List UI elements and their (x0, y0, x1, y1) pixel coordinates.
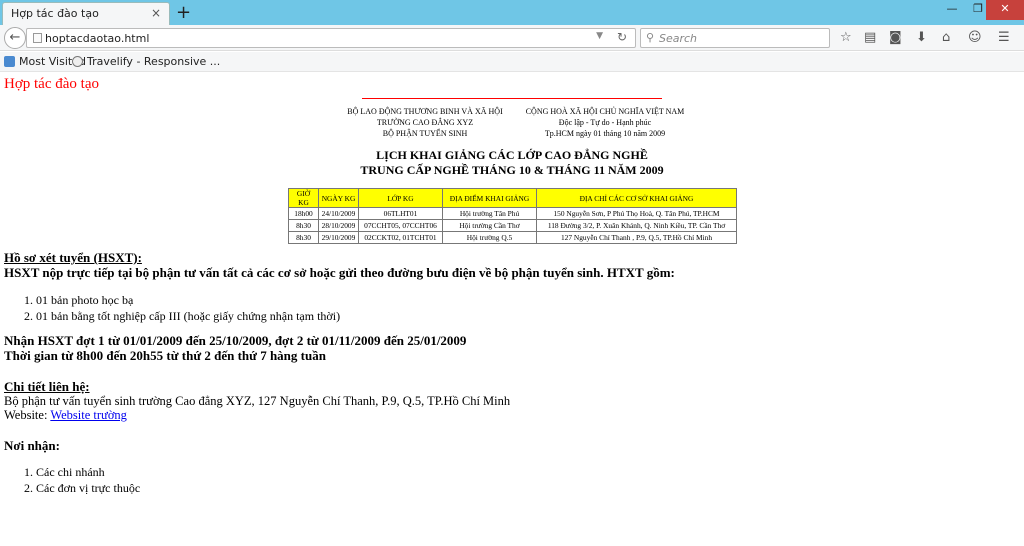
close-tab-icon[interactable]: × (151, 6, 161, 20)
wordpress-icon (72, 56, 83, 67)
url-bar[interactable]: hoptacdaotao.html ▼ ↻ (26, 28, 636, 48)
column-header: ĐỊA ĐIỂM KHAI GIẢNG (442, 188, 537, 208)
table-cell: Hội trường Tân Phú (442, 207, 537, 220)
header-left: BỘ LAO ĐỘNG THƯƠNG BINH VÀ XÃ HỘI TRƯỜNG… (330, 106, 520, 139)
tab-bar: Hợp tác đào tạo × + — ❐ ✕ (0, 0, 1024, 25)
table-header-row: GIỜ KG NGÀY KG LỚP KG ĐỊA ĐIỂM KHAI GIẢN… (288, 188, 737, 208)
new-tab-button[interactable]: + (176, 2, 191, 23)
window-close-button[interactable]: ✕ (986, 0, 1024, 20)
column-header: NGÀY KG (318, 188, 359, 208)
table-cell: 150 Nguyễn Sơn, P Phú Thọ Hoà, Q. Tân Ph… (536, 207, 737, 220)
table-cell: 28/10/2009 (318, 219, 359, 232)
page-title: LỊCH KHAI GIẢNG CÁC LỚP CAO ĐẲNG NGHỀ TR… (312, 148, 712, 178)
browser-tab[interactable]: Hợp tác đào tạo × (2, 2, 170, 25)
title-line-1: LỊCH KHAI GIẢNG CÁC LỚP CAO ĐẲNG NGHỀ (376, 148, 648, 162)
reload-icon[interactable]: ↻ (617, 30, 627, 44)
list-item: 2. 01 bản bằng tốt nghiệp cấp III (hoặc … (24, 309, 341, 323)
receive-period: Nhận HSXT đợt 1 từ 01/01/2009 đến 25/10/… (4, 333, 467, 348)
contact-text: Bộ phận tư vấn tuyển sinh trường Cao đẳn… (4, 394, 511, 408)
hsxt-list: 1. 01 bản photo học bạ 2. 01 bản bằng tố… (24, 292, 340, 324)
url-text: hoptacdaotao.html (45, 32, 150, 45)
ministry-name: BỘ LAO ĐỘNG THƯƠNG BINH VÀ XÃ HỘI (347, 107, 503, 116)
site-title: Hợp tác đào tạo (4, 76, 99, 92)
bookmark-label: Travelify - Responsive ... (87, 55, 221, 68)
table-row: 8h30 28/10/2009 07CCHT05, 07CCHT06 Hội t… (288, 219, 737, 232)
home-icon[interactable]: ⌂ (942, 30, 950, 45)
search-icon: ⚲ (646, 31, 655, 44)
list-item: 2. Các đơn vị trực thuộc (24, 481, 141, 495)
table-cell: Hội trường Cần Thơ (442, 219, 537, 232)
bookmarks-toolbar: Most Visited Travelify - Responsive ... (0, 52, 1024, 72)
tab-title: Hợp tác đào tạo (11, 7, 99, 20)
reading-list-icon[interactable]: ▤ (864, 30, 876, 45)
minimize-button[interactable]: — (938, 0, 966, 20)
list-item: 1. 01 bản photo học bạ (24, 293, 134, 307)
table-cell: 8h30 (288, 231, 319, 244)
download-icon[interactable]: ⬇ (916, 30, 927, 45)
contact-heading: Chi tiết liên hệ: (4, 379, 90, 394)
country-name: CỘNG HOÀ XÃ HỘI CHỦ NGHĨA VIỆT NAM (525, 107, 685, 116)
motto: Độc lập - Tự do - Hạnh phúc (558, 118, 652, 127)
header-right: CỘNG HOÀ XÃ HỘI CHỦ NGHĨA VIỆT NAM Độc l… (510, 106, 700, 139)
website-line: Website: Website trường (4, 408, 127, 423)
page-icon (33, 33, 42, 43)
table-cell: 8h30 (288, 219, 319, 232)
table-cell: 06TLHT01 (358, 207, 443, 220)
website-link[interactable]: Website trường (50, 408, 127, 422)
back-button[interactable]: ← (4, 27, 26, 49)
chat-icon[interactable]: ☺ (968, 30, 982, 45)
navigation-bar: ← hoptacdaotao.html ▼ ↻ ⚲ Search ☆ ▤ ◙ ⬇… (0, 25, 1024, 51)
search-placeholder: Search (659, 32, 698, 45)
column-header: GIỜ KG (288, 188, 319, 208)
table-cell: 29/10/2009 (318, 231, 359, 244)
menu-icon[interactable]: ☰ (998, 30, 1010, 45)
recipients-list: 1. Các chi nhánh 2. Các đơn vị trực thuộ… (24, 464, 140, 496)
title-line-2: TRUNG CẤP NGHỀ THÁNG 10 & THÁNG 11 NĂM 2… (360, 163, 664, 177)
page-content: Hợp tác đào tạo BỘ LAO ĐỘNG THƯƠNG BINH … (0, 72, 1024, 546)
table-cell: 118 Đường 3/2, P. Xuân Khánh, Q. Ninh Ki… (536, 219, 737, 232)
column-header: LỚP KG (358, 188, 443, 208)
table-row: 18h00 24/10/2009 06TLHT01 Hội trường Tân… (288, 207, 737, 220)
schedule-table: GIỜ KG NGÀY KG LỚP KG ĐỊA ĐIỂM KHAI GIẢN… (288, 188, 737, 244)
table-cell: 18h00 (288, 207, 319, 220)
bookmark-folder-icon (4, 56, 15, 67)
list-item: 1. Các chi nhánh (24, 465, 105, 479)
dropdown-icon[interactable]: ▼ (596, 31, 603, 41)
table-row: 8h30 29/10/2009 02CCKT02, 01TCHT01 Hội t… (288, 231, 737, 244)
document-date: Tp.HCM ngày 01 tháng 10 năm 2009 (544, 129, 666, 138)
website-label: Website: (4, 408, 51, 422)
table-cell: Hội trường Q.5 (442, 231, 537, 244)
recipients-heading: Nơi nhận: (4, 438, 60, 453)
hsxt-heading: Hồ sơ xét tuyển (HSXT): (4, 250, 142, 265)
school-name: TRƯỜNG CAO ĐẲNG XYZ (376, 118, 474, 127)
column-header: ĐỊA CHỈ CÁC CƠ SỞ KHAI GIẢNG (536, 188, 737, 208)
table-cell: 07CCHT05, 07CCHT06 (358, 219, 443, 232)
divider (362, 98, 662, 99)
bookmark-travelify[interactable]: Travelify - Responsive ... (72, 55, 220, 68)
table-cell: 24/10/2009 (318, 207, 359, 220)
department-name: BỘ PHẬN TUYỂN SINH (382, 129, 468, 138)
hsxt-text: HSXT nộp trực tiếp tại bộ phận tư vấn tấ… (4, 265, 675, 280)
pocket-icon[interactable]: ◙ (889, 30, 902, 45)
bookmark-star-icon[interactable]: ☆ (840, 30, 852, 45)
search-input[interactable]: ⚲ Search (640, 28, 830, 48)
receive-hours: Thời gian từ 8h00 đến 20h55 từ thứ 2 đến… (4, 348, 326, 363)
table-cell: 02CCKT02, 01TCHT01 (358, 231, 443, 244)
table-cell: 127 Nguyễn Chí Thanh , P.9, Q.5, TP.Hồ C… (536, 231, 737, 244)
